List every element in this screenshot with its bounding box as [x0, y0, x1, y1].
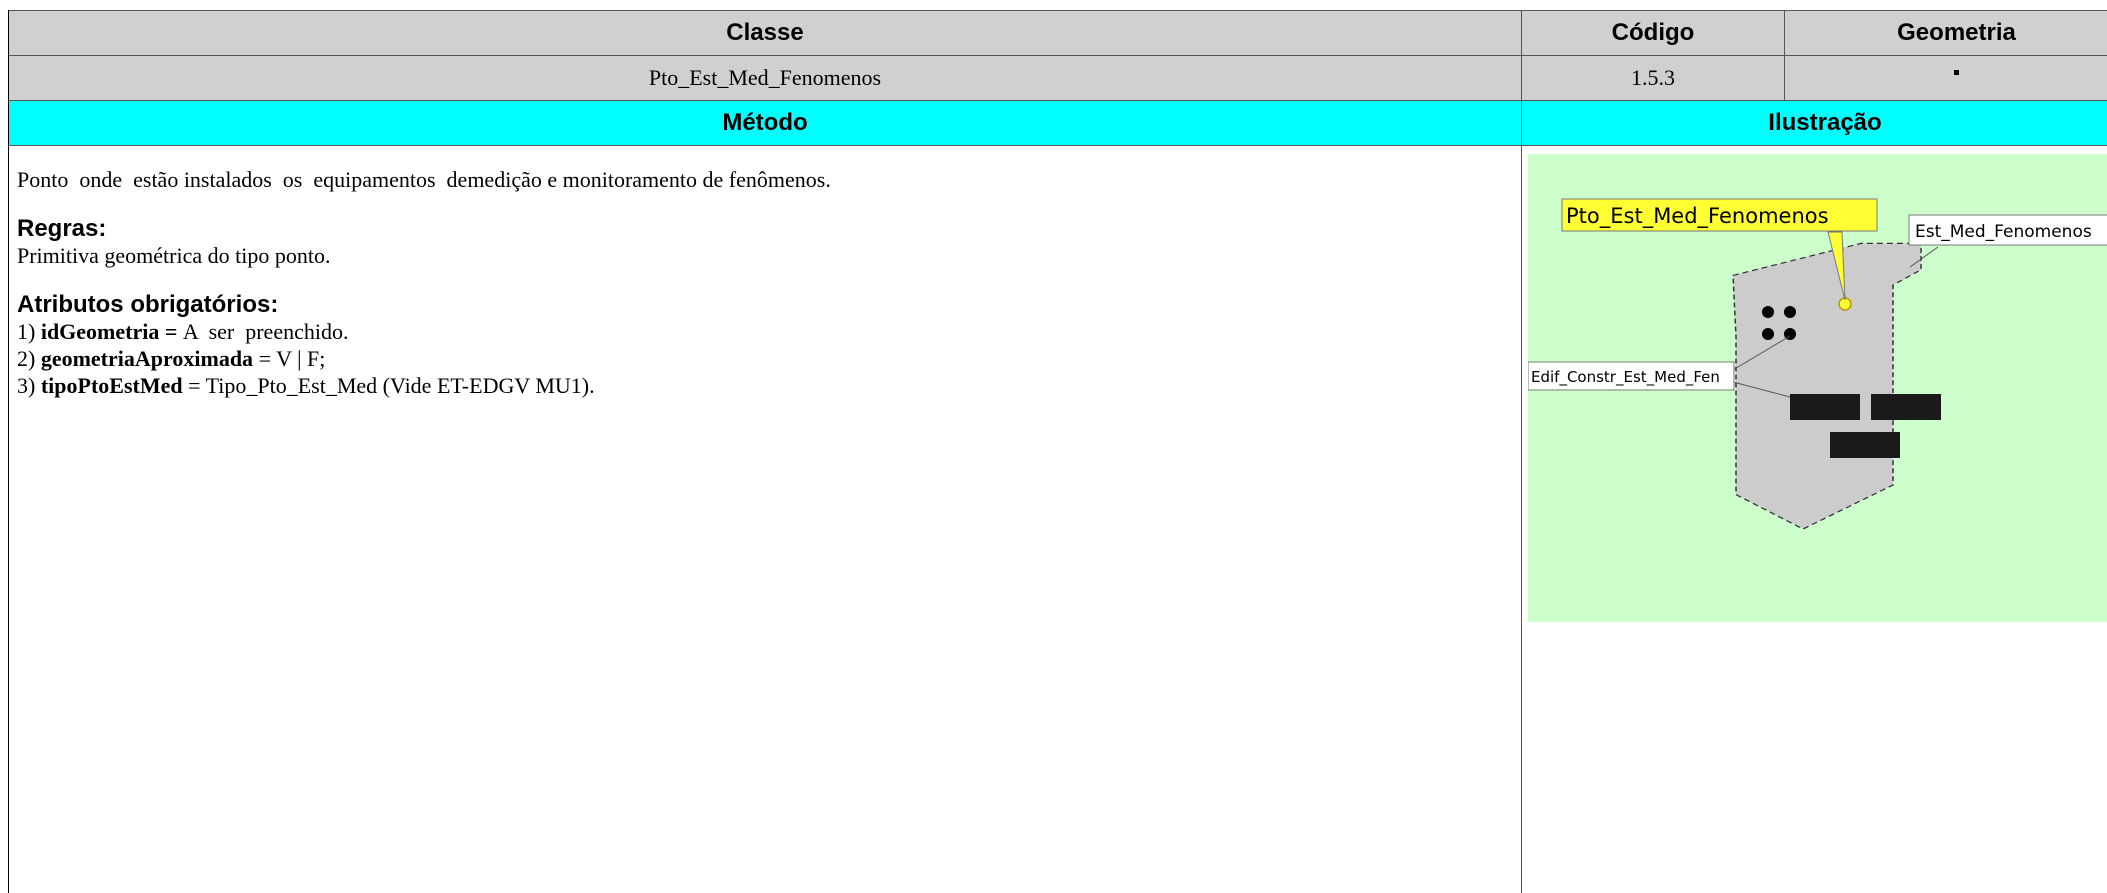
class-sheet: Classe Código Geometria Pto_Est_Med_Feno…: [8, 10, 2107, 893]
regras-title: Regras:: [17, 215, 107, 242]
attribute-name: geometriaAproximada: [40, 346, 254, 371]
marker-dot: [1762, 328, 1774, 340]
point-label: Pto_Est_Med_Fenomenos: [1566, 204, 1829, 229]
method-panel: Ponto onde estão instalados os equipamen…: [9, 146, 1522, 893]
station-area-polygon: [1732, 242, 1922, 530]
values-row: Pto_Est_Med_Fenomenos 1.5.3: [9, 55, 2107, 100]
header-row: Classe Código Geometria: [9, 10, 2107, 55]
attribute-value: Tipo_Pto_Est_Med (Vide ET-EDGV MU1).: [205, 373, 595, 398]
marker-dot: [1762, 306, 1774, 318]
attribute-name: idGeometria: [40, 319, 160, 344]
atributos-title: Atributos obrigatórios:: [17, 291, 279, 318]
attribute-item: 1) idGeometria = A ser preenchido.: [17, 319, 349, 344]
attribute-item: 2) geometriaAproximada = V | F;: [17, 346, 326, 371]
metodo-header: Método: [9, 100, 1522, 145]
regras-text: Primitiva geométrica do tipo ponto.: [17, 243, 331, 268]
geometria-header: Geometria: [1785, 10, 2107, 55]
attribute-value: V | F;: [276, 346, 326, 371]
area-label: Est_Med_Fenomenos: [1915, 222, 2092, 242]
illustration-canvas: Pto_Est_Med_Fenomenos Est_Med_Fenomenos …: [1527, 154, 2107, 622]
method-description: Ponto onde estão instalados os equipamen…: [17, 167, 831, 192]
building-rect: [1790, 394, 1860, 420]
section-header-row: Método Ilustração: [9, 100, 2107, 146]
classe-value: Pto_Est_Med_Fenomenos: [9, 55, 1522, 100]
codigo-header: Código: [1522, 10, 1785, 55]
classe-header: Classe: [9, 10, 1522, 55]
marker-dot: [1784, 306, 1796, 318]
attribute-item: 3) tipoPtoEstMed = Tipo_Pto_Est_Med (Vid…: [17, 373, 595, 398]
building-rect: [1871, 394, 1941, 420]
illustration-panel: Pto_Est_Med_Fenomenos Est_Med_Fenomenos …: [1522, 146, 2107, 893]
geometry-point-icon: [1785, 55, 2107, 100]
building-rect: [1830, 432, 1900, 458]
codigo-value: 1.5.3: [1522, 55, 1785, 100]
illustration-svg: Pto_Est_Med_Fenomenos Est_Med_Fenomenos …: [1527, 198, 2107, 530]
attribute-value: A ser preenchido.: [182, 319, 349, 344]
content-row: Ponto onde estão instalados os equipamen…: [9, 146, 2107, 893]
building-label: Edif_Constr_Est_Med_Fen: [1531, 368, 1720, 387]
ilustracao-header: Ilustração: [1522, 100, 2107, 145]
attribute-name: tipoPtoEstMed: [40, 373, 183, 398]
